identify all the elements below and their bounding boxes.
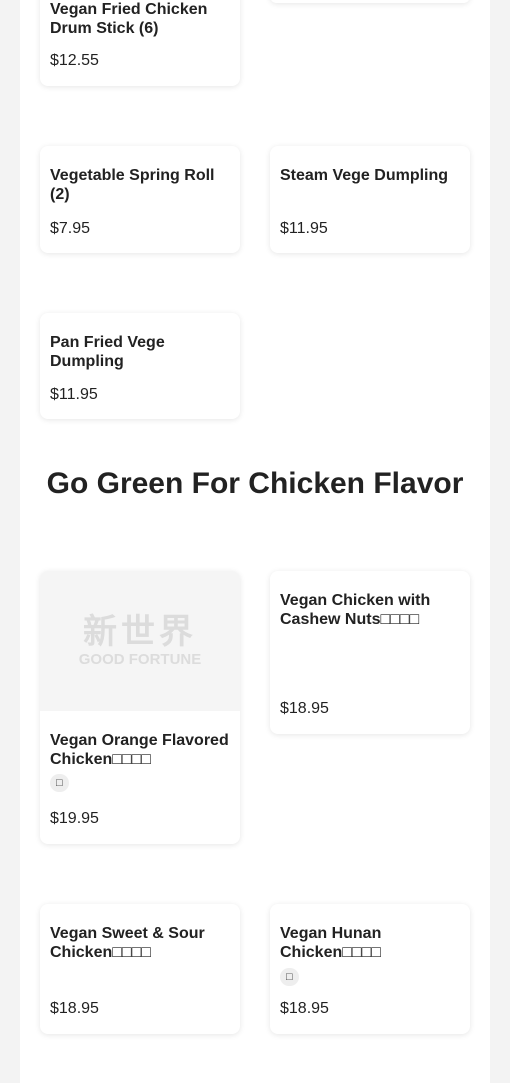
section-title: Go Green For Chicken Flavor [46,467,464,500]
logo-chinese-text: 新世界 [83,612,197,652]
item-name: Vegan Orange Flavored Chicken□□□□ [50,732,229,768]
logo-english-text: GOOD FORTUNE [78,651,202,668]
item-name: Steam Vege Dumpling [280,167,449,184]
menu-item-card[interactable]: Vegan Fried Chicken Drum Stick (6) $12.5… [40,0,240,86]
item-price: $7.95 [50,220,91,237]
item-name: Vegan Sweet & Sour Chicken□□□□ [50,925,205,961]
item-price: $18.95 [280,1000,329,1017]
spicy-badge: □ [50,774,69,792]
menu-item-card[interactable]: 新世界 GOOD FORTUNE Vegan Orange Flavored C… [40,571,240,844]
item-name: Vegan Chicken with Cashew Nuts□□□□ [280,592,431,628]
item-price: $11.95 [50,386,98,403]
menu-item-card[interactable]: Steam Vege Dumpling $11.95 [270,146,470,253]
item-price: $18.95 [50,1000,99,1017]
menu-item-card-partial[interactable] [270,0,470,3]
item-name: Vegan Fried Chicken Drum Stick (6) [50,1,208,37]
menu-item-card[interactable]: Vegan Chicken with Cashew Nuts□□□□ $18.9… [270,571,470,734]
menu-item-card[interactable]: Vegan Sweet & Sour Chicken□□□□ $18.95 [40,904,240,1034]
item-price: $18.95 [280,700,329,717]
menu-item-card[interactable]: Pan Fried Vege Dumpling $11.95 [40,313,240,419]
item-name: Vegetable Spring Roll (2) [50,167,215,203]
menu-item-card[interactable]: Vegetable Spring Roll (2) $7.95 [40,146,240,253]
item-price: $12.55 [50,52,99,69]
item-name: Vegan Hunan Chicken□□□□ [280,925,382,961]
item-price: $11.95 [280,220,328,237]
spicy-badge: □ [280,968,299,986]
item-price: $19.95 [50,810,99,827]
item-name: Pan Fried Vege Dumpling [50,334,165,370]
item-image-placeholder: 新世界 GOOD FORTUNE [40,571,240,711]
menu-item-card[interactable]: Vegan Hunan Chicken□□□□ □ $18.95 [270,904,470,1034]
